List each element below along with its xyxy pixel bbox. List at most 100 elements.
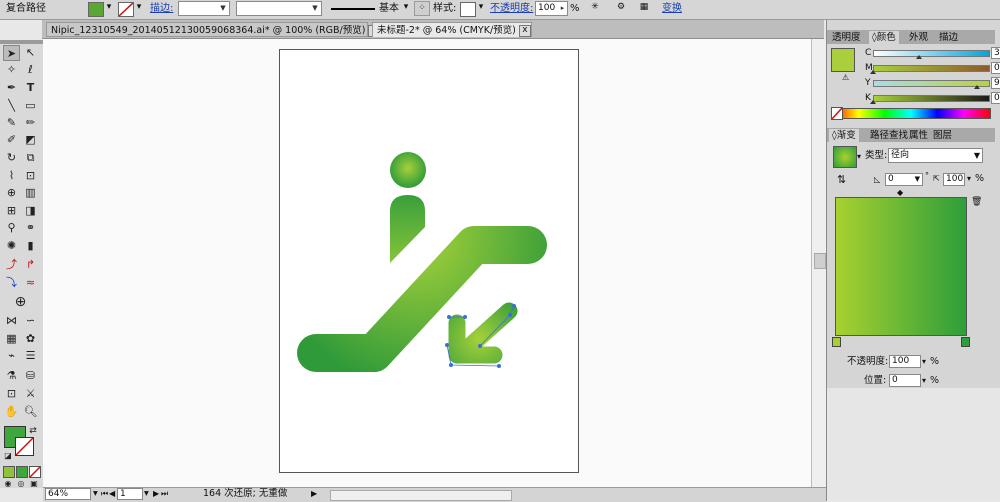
perspective-grid-tool-icon[interactable]: ▥: [22, 185, 39, 201]
first-artboard-icon[interactable]: ⏮: [101, 488, 108, 500]
fill-dropdown-icon[interactable]: ▾: [104, 1, 114, 16]
zoom-tool-icon[interactable]: 🔍︎: [22, 404, 39, 420]
last-artboard-icon[interactable]: ⏭: [161, 488, 168, 500]
shape-builder-tool-icon[interactable]: ⊕: [3, 185, 20, 201]
slider-thumb-icon[interactable]: [870, 70, 876, 74]
warp-tool-icon[interactable]: ⌇: [3, 168, 20, 184]
out-of-gamut-icon[interactable]: ⚠: [842, 73, 849, 82]
screen-mode-icon[interactable]: ▣: [28, 479, 40, 488]
location-dropdown-icon[interactable]: ▾: [922, 375, 926, 387]
recolor-artwork-icon[interactable]: ✳: [587, 1, 603, 16]
zoom-select[interactable]: 64%: [45, 488, 91, 500]
stroke-weight-select[interactable]: ▼: [178, 1, 230, 16]
stop-location-field[interactable]: 0: [889, 374, 921, 387]
black-value-field[interactable]: 0: [991, 92, 1000, 104]
toolbox-grip[interactable]: [0, 40, 43, 44]
brush-definition-icon[interactable]: ⁘: [414, 1, 430, 16]
none-color-swatch[interactable]: [831, 107, 843, 120]
vertical-scrollbar[interactable]: [811, 39, 827, 487]
artboard-tool-icon[interactable]: ⊡: [3, 386, 20, 402]
gear-icon[interactable]: ⚙: [613, 1, 629, 16]
aspect-ratio-field[interactable]: 100: [943, 173, 965, 186]
custom-path-tool-icon[interactable]: ⤴: [3, 257, 20, 273]
custom-smooth-tool-icon[interactable]: ≈: [22, 275, 39, 291]
profile-dropdown-icon[interactable]: ▾: [401, 1, 411, 16]
pen-tool-icon[interactable]: ✒: [3, 80, 20, 96]
tab-gradient[interactable]: ◊渐变: [829, 129, 859, 142]
live-paint-tool-icon[interactable]: ⛁: [22, 368, 39, 384]
column-graph-tool-icon[interactable]: ▮: [22, 238, 39, 254]
artboard-number-field[interactable]: 1: [117, 488, 143, 500]
slice-tool-icon[interactable]: ⚔: [22, 386, 39, 402]
selection-tool-icon[interactable]: ➤: [3, 45, 20, 61]
graphic-style-swatch[interactable]: [460, 2, 476, 17]
cyan-value-field[interactable]: 39.61: [991, 47, 1000, 59]
next-artboard-icon[interactable]: ▶: [153, 488, 159, 500]
color-fill-swatch[interactable]: [831, 48, 855, 72]
free-transform-tool-icon[interactable]: ⊡: [22, 168, 39, 184]
stop-opacity-field[interactable]: 100: [889, 355, 921, 368]
slider-thumb-icon[interactable]: [870, 100, 876, 104]
swap-colors-icon[interactable]: ⇄: [27, 423, 39, 439]
color-spectrum-bar[interactable]: [831, 108, 991, 119]
gradient-mode-icon[interactable]: [16, 466, 28, 478]
scale-tool-icon[interactable]: ⧉: [22, 150, 39, 166]
gradient-tool-icon[interactable]: ◨: [22, 203, 39, 219]
symbol-sprayer-tool-icon[interactable]: ✺: [3, 238, 20, 254]
aspect-ratio-dropdown-icon[interactable]: ▾: [967, 173, 971, 185]
gradient-thumbnail[interactable]: [833, 146, 857, 168]
stroke-swatch[interactable]: [118, 2, 134, 17]
tab-transparency[interactable]: 透明度: [829, 31, 864, 44]
draw-normal-icon[interactable]: ◉: [2, 479, 14, 488]
escalator-rail[interactable]: [297, 226, 547, 372]
scroll-thumb[interactable]: [814, 253, 826, 269]
paintbrush-tool-icon[interactable]: ✎: [3, 115, 20, 131]
draw-behind-icon[interactable]: ◎: [15, 479, 27, 488]
person-head[interactable]: [390, 152, 426, 188]
yellow-value-field[interactable]: 90.2: [991, 77, 1000, 89]
status-menu-arrow-icon[interactable]: ▶: [311, 488, 317, 500]
prev-artboard-icon[interactable]: ◀: [109, 488, 115, 500]
none-mode-icon[interactable]: [29, 466, 41, 478]
tab-appearance[interactable]: 外观: [906, 31, 931, 44]
slider-track[interactable]: [873, 80, 990, 87]
person-body[interactable]: [390, 195, 425, 263]
stroke-color-box[interactable]: [15, 437, 34, 456]
type-tool-icon[interactable]: T: [22, 80, 39, 96]
slider-track[interactable]: [873, 95, 990, 102]
chevron-down-icon[interactable]: ▾: [144, 488, 149, 500]
wave-tool-icon[interactable]: ∽: [22, 313, 39, 329]
reverse-gradient-icon[interactable]: ⇅: [837, 174, 846, 186]
rotate-tool-icon[interactable]: ↻: [3, 150, 20, 166]
custom-curve-tool-icon[interactable]: ↱: [22, 257, 39, 273]
magenta-value-field[interactable]: 0: [991, 62, 1000, 74]
variable-width-select[interactable]: ▼: [236, 1, 322, 16]
custom-anchor-tool-icon[interactable]: ⤵: [3, 275, 20, 291]
blob-brush-tool-icon[interactable]: ✐: [3, 132, 20, 148]
horizontal-scrollbar[interactable]: [330, 490, 512, 501]
list-tool-icon[interactable]: ☰: [22, 348, 39, 364]
close-icon[interactable]: x: [518, 24, 531, 37]
slider-thumb-icon[interactable]: [973, 85, 980, 89]
gradient-stop-start[interactable]: [832, 337, 841, 347]
pencil-tool-icon[interactable]: ✏: [22, 115, 39, 131]
magic-wand-tool-icon[interactable]: ✧: [3, 62, 20, 78]
mesh-tool-icon[interactable]: ⊞: [3, 203, 20, 219]
rectangle-tool-icon[interactable]: ▭: [22, 98, 39, 114]
lasso-tool-icon[interactable]: ℓ: [22, 62, 39, 78]
style-dropdown-icon[interactable]: ▾: [476, 1, 486, 16]
eyedropper-measure-tool-icon[interactable]: ⚗: [3, 368, 20, 384]
gradient-ramp[interactable]: [835, 197, 967, 336]
angle-field[interactable]: 0 ▼: [885, 173, 923, 186]
grid-tool-icon[interactable]: ▦: [3, 331, 20, 347]
gradient-type-select[interactable]: 径向 ▼: [888, 148, 983, 163]
delete-stop-icon[interactable]: 🗑︎: [971, 196, 982, 208]
line-tool-icon[interactable]: ╲: [3, 98, 20, 114]
envelope-tool-icon[interactable]: ⋈: [3, 313, 20, 329]
stroke-link[interactable]: 描边:: [150, 1, 173, 17]
opacity-link[interactable]: 不透明度:: [490, 1, 533, 17]
tab-nipic-document[interactable]: Nipic_12310549_20140512130059068364.ai* …: [46, 22, 381, 37]
twist-tool-icon[interactable]: ✿: [22, 331, 39, 347]
tab-stroke[interactable]: 描边: [936, 31, 961, 44]
chevron-down-icon[interactable]: ▾: [93, 488, 98, 500]
